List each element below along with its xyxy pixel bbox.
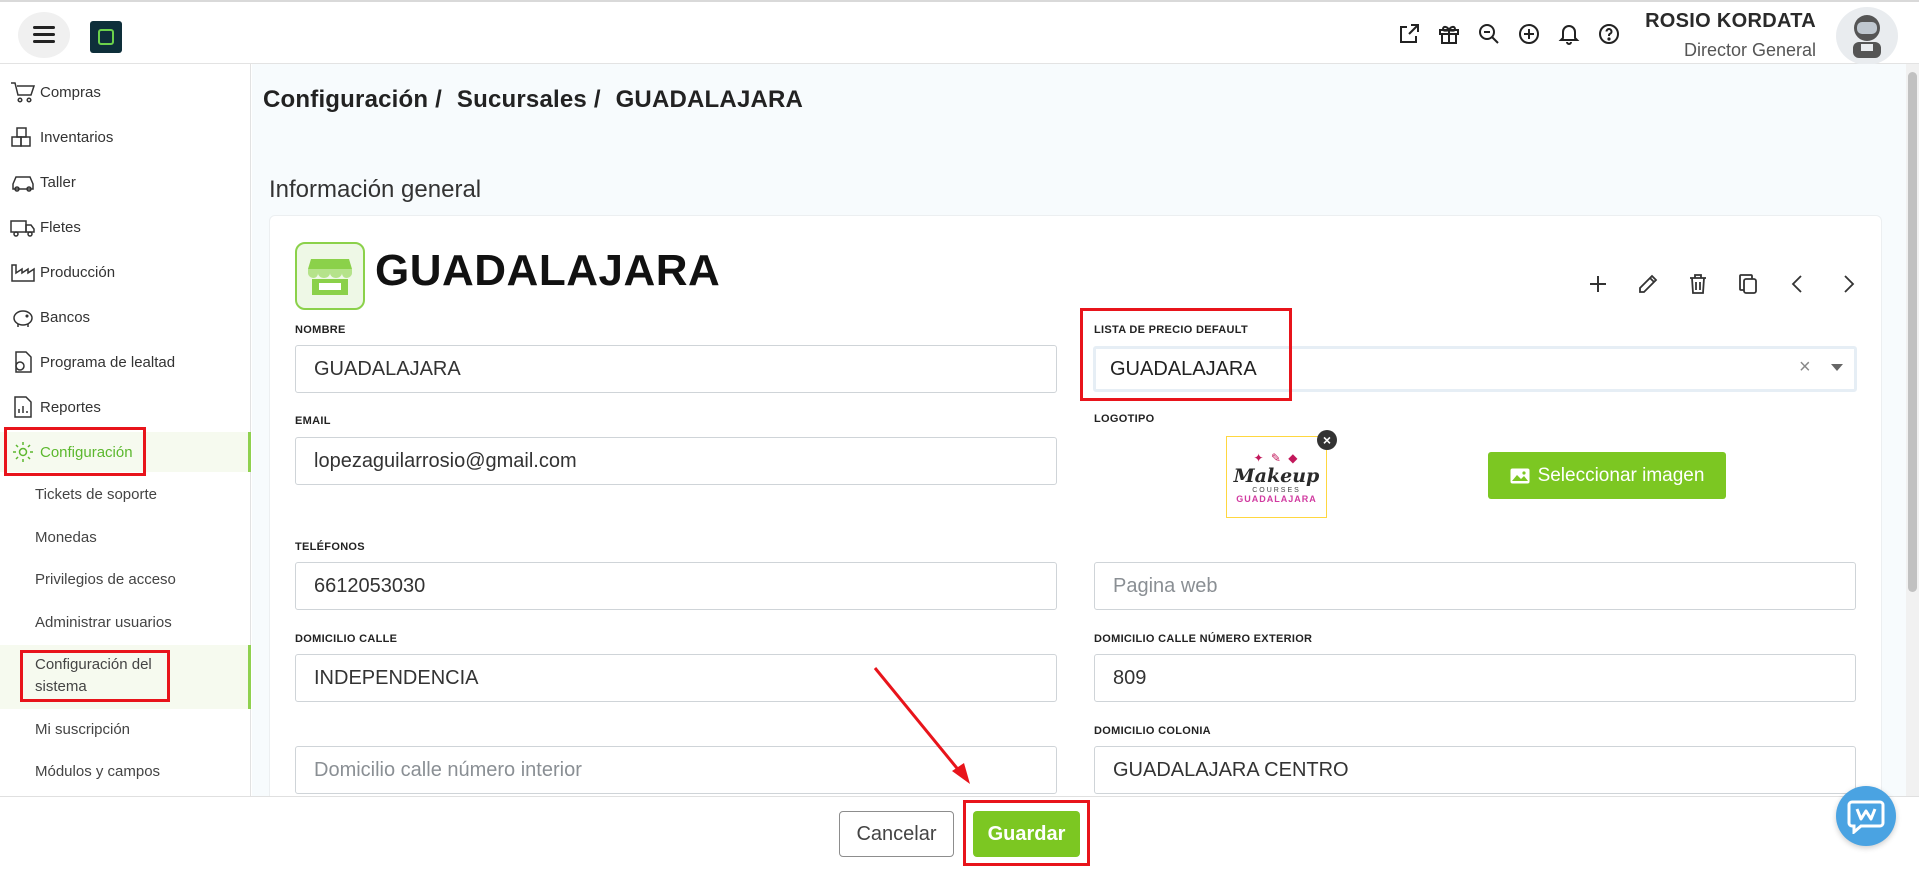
general-info-card	[269, 215, 1882, 796]
sidebar-subitem-mi-suscripcion[interactable]: Mi suscripción	[35, 719, 130, 741]
chevron-down-icon[interactable]	[1831, 364, 1843, 371]
telefonos-label: TELÉFONOS	[295, 541, 365, 553]
telefonos-input[interactable]: 6612053030	[295, 562, 1057, 610]
sidebar-item-label: Producción	[40, 263, 116, 281]
sidebar-item-label: Fletes	[40, 218, 81, 236]
nombre-label: NOMBRE	[295, 324, 346, 336]
chevron-right-icon[interactable]	[1835, 270, 1861, 298]
action-footer	[0, 796, 1919, 874]
external-link-icon[interactable]	[1396, 20, 1422, 48]
num-ext-label: DOMICILIO CALLE NÚMERO EXTERIOR	[1094, 633, 1313, 645]
logotipo-label: LOGOTIPO	[1094, 413, 1155, 425]
cancel-button[interactable]: Cancelar	[839, 811, 954, 857]
sidebar-item-bancos[interactable]: Bancos	[0, 297, 251, 337]
sidebar-item-inventarios[interactable]: Inventarios	[0, 117, 251, 157]
chat-icon	[1847, 800, 1885, 834]
breadcrumb: Configuración / Sucursales / GUADALAJARA	[263, 86, 811, 114]
nombre-input[interactable]: GUADALAJARA	[295, 345, 1057, 393]
loyalty-icon	[15, 351, 32, 373]
pagina-web-input[interactable]: Pagina web	[1094, 562, 1856, 610]
remove-logo-icon[interactable]: ×	[1317, 430, 1337, 450]
menu-icon	[33, 26, 55, 44]
app-logo[interactable]	[90, 21, 122, 53]
select-image-label: Seleccionar imagen	[1537, 464, 1705, 486]
avatar[interactable]	[1836, 7, 1898, 65]
chevron-left-icon[interactable]	[1785, 270, 1811, 298]
sidebar-subitem-monedas[interactable]: Monedas	[35, 527, 97, 549]
user-role: Director General	[1683, 40, 1816, 60]
sidebar-item-label: Reportes	[40, 398, 101, 416]
calle-label: DOMICILIO CALLE	[295, 633, 398, 645]
image-icon	[1510, 468, 1530, 483]
chat-support-button[interactable]	[1836, 786, 1896, 846]
bell-icon[interactable]	[1556, 20, 1582, 48]
logo-preview-image: ✦ ✎ ◆ Makeup COURSES GUADALAJARA	[1226, 436, 1327, 518]
annotation-box-lista-precio	[1080, 308, 1292, 401]
annotation-arrow-icon	[873, 667, 970, 784]
clear-select-icon[interactable]: ×	[1799, 356, 1811, 379]
sidebar-item-label: Compras	[40, 83, 101, 101]
trash-icon[interactable]	[1685, 270, 1711, 298]
record-toolbar	[1585, 270, 1861, 298]
car-icon	[12, 176, 34, 192]
store-icon	[295, 242, 365, 310]
search-zoom-icon[interactable]	[1476, 20, 1502, 48]
colonia-label: DOMICILIO COLONIA	[1094, 725, 1211, 737]
sidebar-subitem-modulos-campos[interactable]: Módulos y campos	[35, 761, 160, 783]
sidebar-item-label: Taller	[40, 173, 76, 191]
add-icon[interactable]	[1585, 270, 1611, 298]
branch-title: GUADALAJARA	[375, 246, 721, 295]
colonia-input[interactable]: GUADALAJARA CENTRO	[1094, 746, 1856, 794]
annotation-box-guardar	[963, 800, 1090, 866]
sidebar-subitem-tickets[interactable]: Tickets de soporte	[35, 484, 157, 506]
sidebar-subitem-privilegios[interactable]: Privilegios de acceso	[35, 569, 176, 591]
page-scrollbar[interactable]	[1906, 64, 1919, 796]
logo-text-city: GUADALAJARA	[1236, 493, 1317, 504]
boxes-icon	[11, 127, 31, 147]
scrollbar-thumb[interactable]	[1908, 72, 1917, 592]
makeup-tools-icon: ✦ ✎ ◆	[1253, 450, 1300, 465]
section-title: Información general	[269, 176, 482, 203]
sidebar-item-compras[interactable]: Compras	[0, 72, 251, 112]
sidebar-item-label: Inventarios	[40, 128, 114, 146]
sidebar-item-programa-de-lealtad[interactable]: Programa de lealtad	[0, 342, 251, 382]
sidebar-subitem-administrar-usuarios[interactable]: Administrar usuarios	[35, 612, 172, 634]
gift-icon[interactable]	[1436, 20, 1462, 48]
breadcrumb-item-sucursales[interactable]: Sucursales /	[457, 86, 601, 113]
user-name: ROSIO KORDATA	[1645, 10, 1816, 32]
breadcrumb-item-configuracion[interactable]: Configuración /	[263, 86, 442, 113]
top-bar: ROSIO KORDATA Director General	[0, 0, 1919, 65]
piggy-bank-icon	[13, 310, 33, 327]
num-ext-input[interactable]: 809	[1094, 654, 1856, 702]
report-icon	[14, 396, 32, 418]
factory-icon	[11, 264, 35, 282]
plus-circle-icon[interactable]	[1516, 20, 1542, 48]
help-icon[interactable]	[1596, 20, 1622, 48]
copy-icon[interactable]	[1735, 270, 1761, 298]
annotation-box-configuracion	[4, 427, 146, 476]
select-image-button[interactable]: Seleccionar imagen	[1488, 452, 1726, 499]
sidebar-item-label: Bancos	[40, 308, 91, 326]
sidebar-item-label: Programa de lealtad	[40, 353, 176, 371]
sidebar-item-produccion[interactable]: Producción	[0, 252, 251, 292]
annotation-box-configuracion-sistema	[20, 650, 170, 702]
header-icons	[1396, 20, 1622, 48]
logo-text-courses: COURSES	[1252, 486, 1301, 494]
breadcrumb-item-current: GUADALAJARA	[615, 86, 804, 113]
astronaut-avatar-icon	[1853, 15, 1881, 58]
hamburger-menu-button[interactable]	[18, 12, 70, 58]
email-label: EMAIL	[295, 415, 331, 427]
truck-icon	[10, 220, 35, 237]
cart-icon	[11, 82, 36, 103]
sidebar-item-reportes[interactable]: Reportes	[0, 387, 251, 427]
email-field[interactable]: lopezaguilarrosio@gmail.com	[295, 437, 1057, 485]
sidebar-item-taller[interactable]: Taller	[0, 162, 251, 202]
logo-text-makeup: Makeup	[1233, 464, 1320, 487]
edit-icon[interactable]	[1635, 270, 1661, 298]
sidebar-item-fletes[interactable]: Fletes	[0, 207, 251, 247]
